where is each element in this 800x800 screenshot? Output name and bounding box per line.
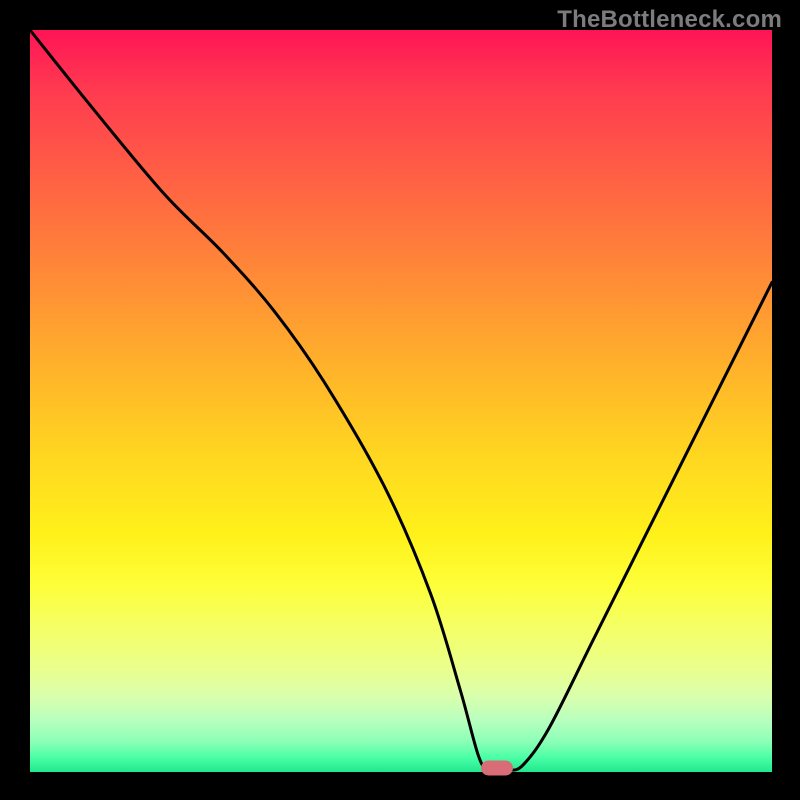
watermark-text: TheBottleneck.com <box>557 6 782 34</box>
chart-curve <box>30 30 772 772</box>
chart-plot-area <box>30 30 772 772</box>
chart-marker <box>481 760 513 775</box>
chart-container: TheBottleneck.com <box>0 0 800 800</box>
